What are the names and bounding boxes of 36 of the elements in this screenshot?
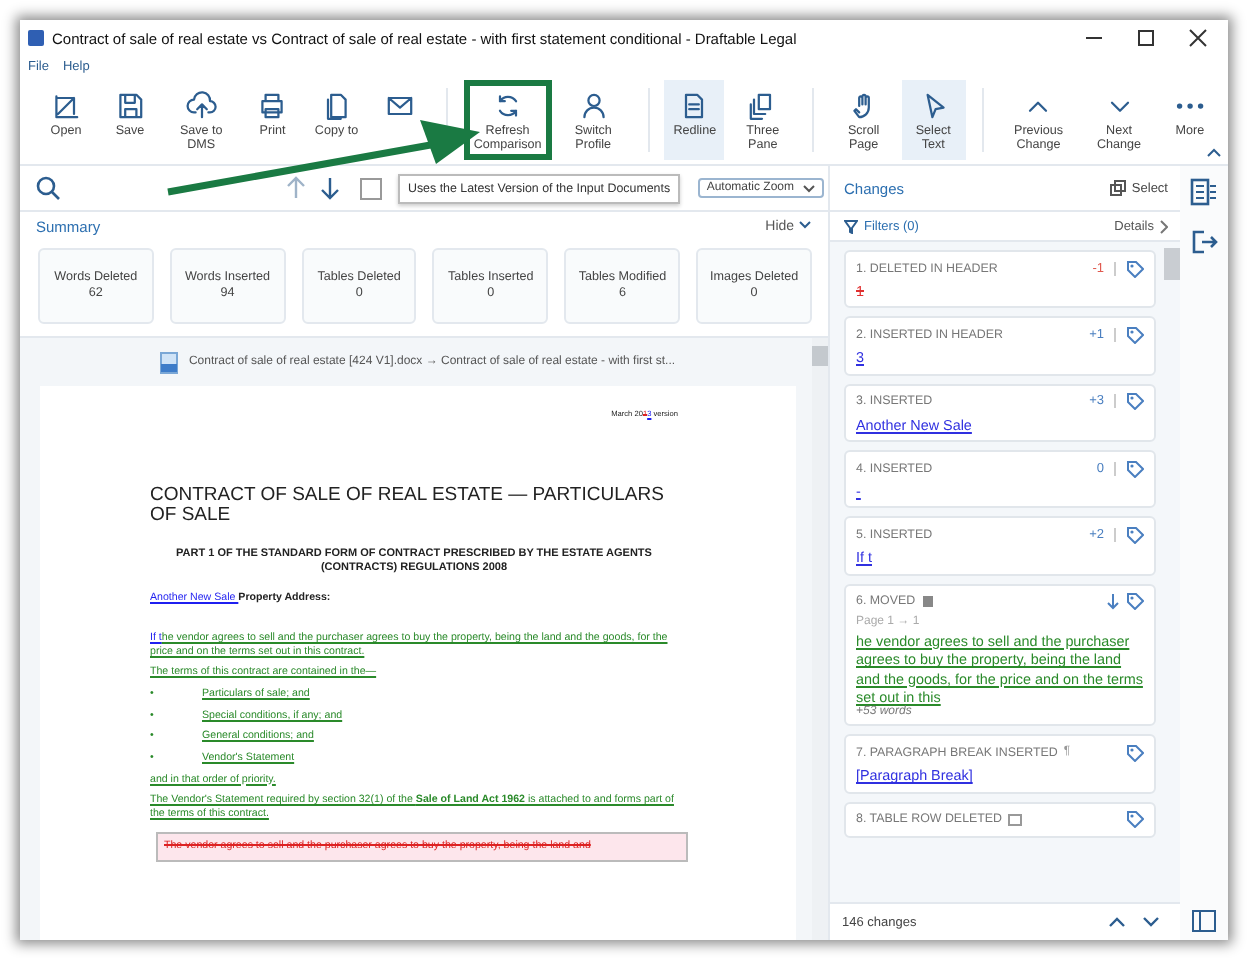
- collapse-icon[interactable]: [1206, 146, 1222, 158]
- sidebar-icon[interactable]: [1192, 910, 1216, 932]
- tag-icon[interactable]: [1126, 592, 1144, 611]
- tag-icon[interactable]: [1126, 459, 1144, 478]
- up-arrow-icon[interactable]: [286, 176, 306, 200]
- print-icon: [256, 90, 289, 122]
- cloud-upload-icon: [185, 90, 218, 122]
- save-icon: [114, 90, 146, 122]
- next-change-icon[interactable]: [1142, 916, 1160, 928]
- previous-change-icon[interactable]: [1108, 916, 1126, 928]
- tag-icon[interactable]: [1126, 392, 1144, 411]
- tag-icon[interactable]: [1126, 325, 1144, 344]
- tag-icon[interactable]: [1126, 743, 1144, 762]
- chevron-down-icon: [802, 183, 816, 193]
- document-title: CONTRACT OF SALE OF REAL ESTATE — PARTICULARS OF SALE: [150, 486, 666, 528]
- search-icon[interactable]: [36, 176, 60, 200]
- down-arrow-icon[interactable]: [1106, 593, 1120, 610]
- tag-icon[interactable]: [1126, 525, 1144, 544]
- more-icon: [1175, 102, 1204, 110]
- exit-icon[interactable]: [1191, 230, 1217, 254]
- person-icon: [577, 90, 610, 122]
- chevron-down-icon: [798, 219, 812, 229]
- document-icon: [160, 351, 179, 373]
- checkbox[interactable]: [360, 177, 382, 199]
- open-icon: [50, 90, 82, 122]
- tag-icon[interactable]: [1126, 810, 1144, 829]
- chevron-right-icon: [1160, 219, 1168, 233]
- scrollbar-thumb[interactable]: [812, 346, 828, 366]
- down-arrow-icon[interactable]: [320, 176, 340, 200]
- table-row-icon: [1008, 813, 1023, 826]
- filter-icon: [844, 219, 858, 233]
- copy-icon: [1109, 180, 1126, 196]
- panel-toggle-icon[interactable]: [1190, 178, 1218, 206]
- app-icon: [28, 30, 44, 46]
- scrollbar-thumb[interactable]: [1164, 248, 1180, 280]
- tag-icon[interactable]: [1126, 259, 1144, 277]
